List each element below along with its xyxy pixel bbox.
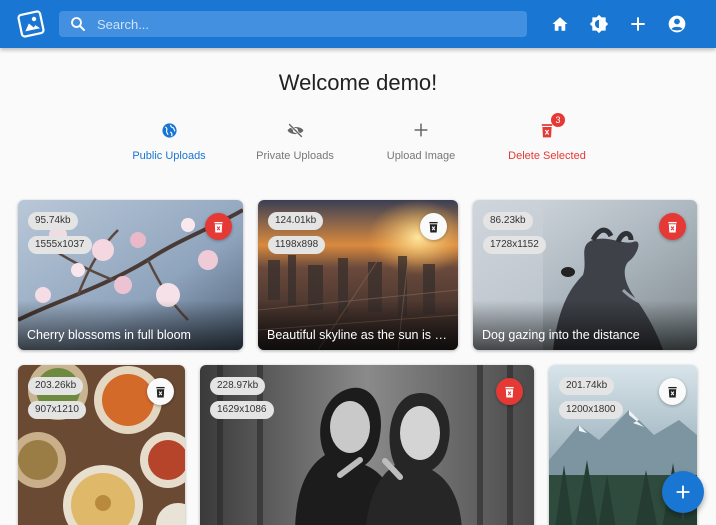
- tab-upload-image[interactable]: Upload Image: [356, 118, 486, 168]
- delete-icon: [156, 386, 165, 397]
- app-bar: [0, 0, 716, 48]
- file-size-chip: 201.74kb: [559, 377, 615, 395]
- tab-public-uploads[interactable]: Public Uploads: [104, 118, 234, 168]
- search-box[interactable]: [59, 11, 527, 37]
- tab-label: Upload Image: [386, 150, 456, 162]
- image-card[interactable]: 124.01kb 1198x898 Beautiful skyline as t…: [258, 200, 458, 350]
- image-caption: Cherry blossoms in full bloom: [18, 300, 243, 350]
- image-card[interactable]: 86.23kb 1728x1152 Dog gazing into the di…: [473, 200, 697, 350]
- file-size-chip: 86.23kb: [483, 212, 533, 230]
- theme-brightness-icon: [589, 14, 609, 34]
- caption-text: Cherry blossoms in full bloom: [27, 328, 191, 342]
- dimensions-chip: 907x1210: [28, 401, 86, 419]
- delete-toggle-button[interactable]: [147, 378, 174, 405]
- tab-label: Delete Selected: [508, 150, 586, 162]
- file-size-chip: 203.26kb: [28, 377, 84, 395]
- dimensions-chip: 1629x1086: [210, 401, 274, 419]
- image-card[interactable]: 228.97kb 1629x1086: [200, 365, 534, 525]
- search-icon: [71, 17, 85, 31]
- image-gallery-logo-icon[interactable]: [17, 10, 45, 38]
- delete-toggle-button[interactable]: [420, 213, 447, 240]
- file-size-chip: 95.74kb: [28, 212, 78, 230]
- caption-text: Dog gazing into the distance: [482, 328, 640, 342]
- delete-icon: [668, 386, 677, 397]
- globe-icon: [159, 120, 179, 140]
- theme-toggle-button[interactable]: [587, 12, 611, 36]
- delete-icon: [214, 221, 223, 232]
- file-size-chip: 228.97kb: [210, 377, 266, 395]
- home-icon: [552, 17, 568, 31]
- image-caption: Dog gazing into the distance: [473, 300, 697, 350]
- delete-toggle-button[interactable]: [659, 213, 686, 240]
- add-icon: [631, 17, 645, 31]
- caption-text: Beautiful skyline as the sun is ri...: [267, 328, 450, 342]
- selected-count-badge: 3: [551, 113, 565, 127]
- plus-icon: [676, 485, 690, 499]
- dimensions-chip: 1728x1152: [483, 236, 546, 254]
- tab-label: Private Uploads: [256, 150, 334, 162]
- tab-label: Public Uploads: [132, 150, 206, 162]
- dimensions-chip: 1555x1037: [28, 236, 92, 254]
- dimensions-chip: 1200x1800: [559, 401, 623, 419]
- delete-toggle-button[interactable]: [659, 378, 686, 405]
- account-circle-icon: [668, 15, 686, 33]
- image-card[interactable]: 203.26kb 907x1210: [18, 365, 185, 525]
- delete-toggle-button[interactable]: [205, 213, 232, 240]
- delete-icon: [505, 386, 514, 397]
- add-button[interactable]: [626, 12, 650, 36]
- tab-delete-selected[interactable]: 3 Delete Selected: [482, 113, 612, 168]
- plus-icon: [411, 120, 431, 140]
- image-caption: Beautiful skyline as the sun is ri...: [258, 300, 458, 350]
- home-button[interactable]: [548, 12, 572, 36]
- delete-icon: [668, 221, 677, 232]
- welcome-heading: Welcome demo!: [278, 70, 438, 95]
- delete-icon: [429, 221, 438, 232]
- account-button[interactable]: [665, 12, 689, 36]
- image-card[interactable]: 95.74kb 1555x1037 Cherry blossoms in ful…: [18, 200, 243, 350]
- dimensions-chip: 1198x898: [268, 236, 326, 254]
- search-input[interactable]: [97, 11, 517, 37]
- delete-toggle-button[interactable]: [496, 378, 523, 405]
- tab-private-uploads[interactable]: Private Uploads: [230, 118, 360, 168]
- eye-off-icon: [285, 120, 305, 140]
- file-size-chip: 124.01kb: [268, 212, 324, 230]
- add-image-fab[interactable]: [662, 471, 704, 513]
